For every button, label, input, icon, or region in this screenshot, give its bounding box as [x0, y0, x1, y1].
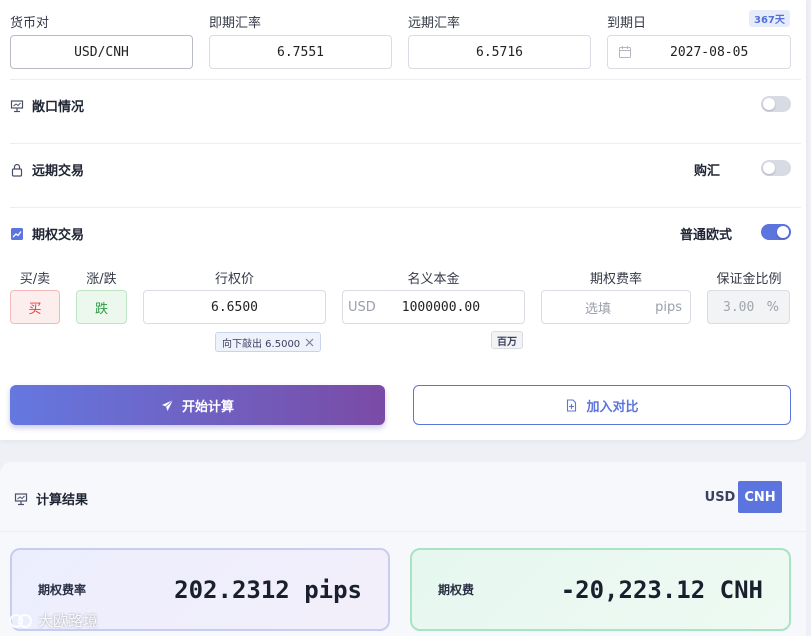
option-toggle[interactable]: [761, 224, 791, 240]
exposure-section-title: 敞口情况: [10, 96, 84, 115]
option-section-title: 期权交易: [10, 224, 84, 243]
knockout-tag-label: 向下敲出 6.5000: [222, 338, 301, 350]
strike-input[interactable]: 6.6500: [143, 290, 326, 324]
lock-icon: [11, 163, 23, 177]
pair-select[interactable]: USD/CNH: [10, 35, 193, 69]
chart-line-icon: [11, 227, 23, 240]
forward-section-title: 远期交易: [10, 160, 84, 179]
presentation-icon: [14, 492, 28, 505]
expiry-date-input[interactable]: 2027-08-05: [607, 35, 791, 69]
premium-rate-unit: pips: [655, 299, 682, 315]
forward-title: 远期交易: [32, 164, 85, 179]
forward-toggle[interactable]: [761, 160, 791, 176]
down-button[interactable]: 跌: [76, 290, 127, 324]
spot-rate-label: 即期汇率: [209, 16, 262, 31]
results-section-title: 计算结果: [14, 489, 88, 508]
premium-rate-placeholder: 选填: [585, 301, 612, 317]
calculate-label: 开始计算: [181, 399, 234, 415]
premium-rate-result-value: 202.2312 pips: [174, 575, 362, 604]
add-compare-button[interactable]: 加入对比: [413, 385, 791, 425]
strike-value: 6.6500: [211, 299, 258, 315]
option-title: 期权交易: [32, 228, 85, 243]
notional-currency: USD: [348, 299, 376, 315]
premium-fee-result-value: -20,223.12 CNH: [560, 575, 763, 604]
header-notional: 名义本金: [407, 272, 460, 287]
premium-rate-input[interactable]: 选填 pips: [541, 290, 691, 324]
notional-value: 1000000.00: [401, 299, 481, 315]
file-plus-icon: [567, 398, 577, 412]
results-title: 计算结果: [36, 493, 89, 508]
calculate-button[interactable]: 开始计算: [10, 385, 385, 425]
spot-rate-value: 6.7551: [277, 44, 324, 60]
notional-input[interactable]: USD 1000000.00: [342, 290, 525, 324]
pair-value: USD/CNH: [74, 44, 129, 60]
forward-rate-label: 远期汇率: [408, 16, 461, 31]
header-margin-ratio: 保证金比例: [716, 272, 782, 287]
divider: [10, 207, 801, 208]
margin-ratio-unit: %: [766, 299, 779, 315]
presentation-icon: [10, 99, 24, 112]
notional-unit-tag[interactable]: 百万: [491, 331, 523, 349]
expiry-label: 到期日: [607, 16, 647, 31]
watermark: 大欧路境: [8, 610, 98, 631]
margin-ratio-input[interactable]: 3.00 %: [707, 290, 790, 324]
results-header: [0, 462, 806, 532]
calendar-icon: [619, 46, 631, 58]
pair-label: 货币对: [10, 16, 50, 31]
watermark-logo-icon: [9, 613, 32, 628]
expiry-date-value: 2027-08-05: [670, 44, 749, 60]
days-badge: 367天: [749, 10, 790, 27]
header-buy-sell: 买/卖: [19, 272, 51, 287]
send-icon: [161, 399, 174, 411]
add-compare-label: 加入对比: [586, 399, 639, 415]
forward-rate-input[interactable]: 6.5716: [408, 35, 591, 69]
currency-usd[interactable]: USD: [702, 481, 738, 513]
exposure-toggle[interactable]: [761, 96, 791, 112]
header-premium-rate: 期权费率: [589, 272, 642, 287]
forward-side-label: 购汇: [694, 164, 721, 179]
buy-button[interactable]: 买: [10, 290, 60, 324]
watermark-text: 大欧路境: [38, 612, 99, 630]
divider: [10, 143, 801, 144]
option-style-label: 普通欧式: [680, 228, 733, 243]
margin-ratio-value: 3.00: [723, 299, 755, 315]
knockout-tag[interactable]: 向下敲出 6.5000: [215, 332, 322, 352]
close-icon[interactable]: [305, 338, 314, 347]
currency-cnh[interactable]: CNH: [738, 481, 782, 513]
header-strike: 行权价: [214, 272, 254, 287]
currency-switch: USD CNH: [702, 481, 782, 513]
premium-fee-result-card: 期权费 -20,223.12 CNH: [410, 548, 791, 631]
premium-fee-result-label: 期权费: [438, 583, 475, 597]
divider: [10, 79, 801, 80]
spot-rate-input[interactable]: 6.7551: [209, 35, 392, 69]
forward-rate-value: 6.5716: [476, 44, 523, 60]
exposure-title: 敞口情况: [32, 100, 85, 115]
header-up-down: 涨/跌: [86, 272, 117, 287]
premium-rate-result-label: 期权费率: [38, 583, 87, 597]
